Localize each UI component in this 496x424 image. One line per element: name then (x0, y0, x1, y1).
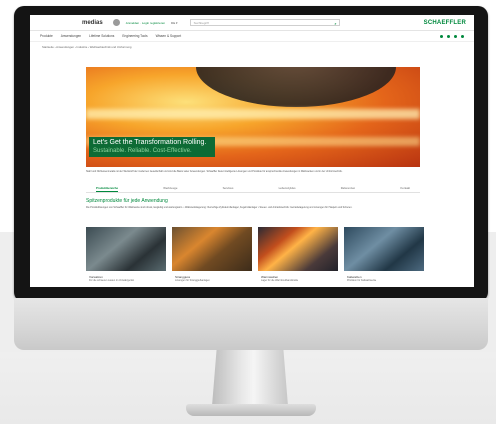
card-description: Präzision für Kaltwalzwerke (347, 279, 377, 282)
monitor-screen: medias Anmelden · Login registrieren DE … (30, 15, 474, 287)
user-icon[interactable] (112, 19, 120, 26)
breadcrumb[interactable]: Startseite › Anwendungen › Industrie › W… (30, 42, 474, 52)
social-icons (440, 34, 464, 38)
language-select[interactable]: DE ▾ (171, 21, 178, 25)
share-icon[interactable] (440, 34, 443, 38)
nav-item-support[interactable]: Wissen & Support (156, 34, 182, 38)
product-card[interactable]: Warmwalzen Lager für die Warmbreitbandst… (258, 227, 338, 282)
hero-banner: Let's Get the Transformation Rolling. Su… (86, 67, 420, 167)
card-image[interactable] (258, 227, 338, 271)
cart-icon[interactable] (461, 34, 464, 38)
site-name[interactable]: medias (82, 20, 103, 26)
card-image[interactable] (344, 227, 424, 271)
brand-logo[interactable]: SCHAEFFLER (424, 20, 466, 26)
product-card[interactable]: Kaltwalzen Präzision für Kaltwalzwerke (344, 227, 424, 282)
intro-text: Stahl und Nichteisenmetalle ist der Werk… (86, 170, 343, 173)
login-link[interactable]: Anmelden · Login registrieren (126, 21, 165, 25)
steel-roll-image (196, 67, 396, 107)
tab-contact[interactable]: Kontakt (400, 186, 410, 192)
favorite-icon[interactable] (447, 34, 450, 38)
section-text: Die Produktlösungen von Schaeffler für W… (86, 206, 353, 209)
monitor-chin (14, 298, 488, 350)
nav-item-lifetime[interactable]: Lifetime Solutions (89, 34, 114, 38)
product-card[interactable]: Vorwalzen Für die schweren Lasten im Vor… (86, 227, 166, 282)
tab-services[interactable]: Services (223, 186, 234, 192)
search-placeholder: Suchbegriff (193, 20, 209, 25)
card-image[interactable] (172, 227, 252, 271)
monitor-stand-neck (212, 350, 288, 406)
hot-slab-glow (86, 109, 420, 119)
tab-product-areas[interactable]: Produktbereiche (96, 186, 119, 192)
card-description: Für die schweren Lasten im Vorwalzgerüst (89, 279, 135, 282)
nav-item-engineering[interactable]: Engineering Tools (122, 34, 147, 38)
monitor-stand-base (186, 404, 316, 416)
tab-lifecycle[interactable]: Lebenszyklus (279, 186, 296, 192)
search-input[interactable]: Suchbegriff ⌕ (189, 19, 340, 26)
compare-icon[interactable] (454, 34, 457, 38)
hero-tagline: Sustainable. Reliable. Cost-Effective. (93, 148, 192, 154)
main-nav: Produkte Anwendungen Lifetime Solutions … (30, 31, 474, 42)
card-description: Lager für die Warmbreitbandstraße (261, 279, 299, 282)
section-tabs: Produktbereiche Werkzeuge Services Leben… (86, 186, 420, 193)
card-description: Lösungen für Stranggießanlagen (175, 279, 210, 282)
tab-references[interactable]: Referenzen (341, 186, 355, 192)
site-header: medias Anmelden · Login registrieren DE … (30, 15, 474, 31)
nav-item-products[interactable]: Produkte (40, 34, 53, 38)
hero-headline: Let's Get the Transformation Rolling. (93, 139, 207, 146)
hero-caption: Let's Get the Transformation Rolling. Su… (89, 137, 215, 157)
product-cards: Vorwalzen Für die schweren Lasten im Vor… (86, 227, 424, 282)
search-icon[interactable]: ⌕ (334, 21, 336, 26)
section-title: Spitzenprodukte für jede Anwendung (86, 198, 168, 204)
product-card[interactable]: Strangguss Lösungen für Stranggießanlage… (172, 227, 252, 282)
nav-item-applications[interactable]: Anwendungen (61, 34, 81, 38)
tab-tools[interactable]: Werkzeuge (163, 186, 177, 192)
card-image[interactable] (86, 227, 166, 271)
